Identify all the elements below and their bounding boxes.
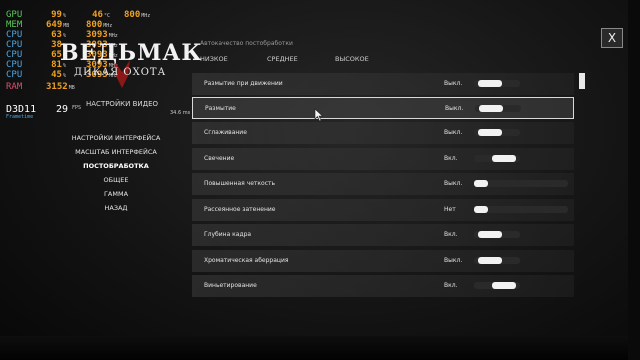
osd-label: GPU (6, 10, 23, 20)
slider-fill (492, 155, 516, 162)
setting-row-motion-blur[interactable]: Размытие при движении Выкл. (192, 73, 574, 95)
menu-item-general[interactable]: ОБЩЕЕ (46, 176, 186, 184)
fps-counter: D3D11 29 FPS Frametime (6, 104, 96, 120)
setting-toggle[interactable] (474, 282, 520, 289)
osd-label: CPU (6, 60, 23, 70)
mouse-cursor-icon (314, 108, 324, 122)
setting-row-depth-of-field[interactable]: Глубина кадра Вкл. (192, 224, 574, 246)
osd-row: CPU 63% 3093MHz (6, 30, 166, 40)
monitor-bezel (0, 336, 640, 360)
menu-item-back[interactable]: НАЗАД (46, 204, 186, 212)
menu-item-gamma[interactable]: ГАММА (46, 190, 186, 198)
monitor-bezel-side (628, 0, 640, 360)
logo-title: ВЕДЬМАК (60, 40, 203, 66)
slider-fill (474, 206, 488, 213)
preset-medium[interactable]: СРЕДНЕЕ (267, 55, 298, 63)
setting-label: Сглаживание (204, 129, 247, 136)
setting-label: Размытие при движении (204, 80, 283, 87)
setting-slider[interactable] (474, 206, 568, 213)
setting-label: Повышенная четкость (204, 180, 276, 187)
setting-label: Виньетирование (204, 282, 257, 289)
setting-value: Выкл. (444, 80, 463, 87)
setting-value: Выкл. (444, 129, 463, 136)
osd-label: CPU (6, 40, 23, 50)
fps-unit: FPS (72, 105, 82, 111)
setting-label: Рассеянное затенение (204, 206, 276, 213)
setting-value: Нет (444, 206, 456, 213)
setting-value: Вкл. (444, 155, 458, 162)
frametime-value: 34.6 ms (170, 110, 191, 116)
setting-toggle[interactable] (475, 105, 521, 112)
game-screen: GPU 99% 46°C 800MHz MEM 649MB 800MHz CPU… (0, 0, 640, 360)
setting-toggle[interactable] (474, 155, 520, 162)
frametime-label: Frametime (6, 114, 34, 120)
slider-fill (492, 282, 516, 289)
setting-toggle[interactable] (474, 257, 520, 264)
slider-fill (478, 129, 502, 136)
section-label: Автокачество постобработки (200, 40, 293, 47)
osd-label: MEM (6, 20, 23, 30)
setting-value: Выкл. (444, 257, 463, 264)
setting-row-sharpening[interactable]: Повышенная четкость Выкл. (192, 173, 574, 195)
setting-label: Размытие (205, 105, 236, 112)
setting-label: Хроматическая аберрация (204, 257, 289, 264)
setting-slider[interactable] (474, 180, 568, 187)
fps-value: 29 (56, 104, 69, 115)
setting-label: Свечение (204, 155, 235, 162)
osd-row: GPU 99% 46°C 800MHz (6, 10, 166, 20)
setting-row-antialiasing[interactable]: Сглаживание Выкл. (192, 122, 574, 144)
menu-title: НАСТРОЙКИ ВИДЕО (86, 100, 159, 108)
setting-value: Выкл. (444, 180, 463, 187)
preset-low[interactable]: НИЗКОЕ (200, 55, 228, 63)
slider-fill (478, 231, 502, 238)
osd-row: MEM 649MB 800MHz (6, 20, 166, 30)
osd-label: CPU (6, 30, 23, 40)
setting-value: Вкл. (444, 231, 458, 238)
scrollbar-thumb[interactable] (579, 73, 585, 89)
setting-value: Вкл. (444, 282, 458, 289)
preset-high[interactable]: ВЫСОКОЕ (335, 55, 369, 63)
setting-toggle[interactable] (474, 231, 520, 238)
logo-subtitle: ДИКАЯ ОХОТА (74, 67, 167, 78)
slider-fill (478, 257, 502, 264)
setting-row-blur[interactable]: Размытие Выкл. (192, 97, 574, 119)
slider-fill (474, 180, 488, 187)
menu-item-interface-settings[interactable]: НАСТРОЙКИ ИНТЕРФЕЙСА (46, 134, 186, 142)
menu-item-interface-scale[interactable]: МАСШТАБ ИНТЕРФЕЙСА (46, 148, 186, 156)
menu-item-postprocessing[interactable]: ПОСТОБРАБОТКА (46, 162, 186, 170)
setting-row-bloom[interactable]: Свечение Вкл. (192, 148, 574, 170)
slider-fill (479, 105, 503, 112)
setting-row-chromatic-aberration[interactable]: Хроматическая аберрация Выкл. (192, 250, 574, 272)
game-logo: ВЕДЬМАК ДИКАЯ ОХОТА (60, 40, 201, 96)
setting-toggle[interactable] (474, 129, 520, 136)
osd-label: CPU (6, 50, 23, 60)
setting-row-vignetting[interactable]: Виньетирование Вкл. (192, 275, 574, 297)
osd-label: RAM (6, 82, 23, 92)
setting-value: Выкл. (445, 105, 464, 112)
close-button[interactable]: X (601, 28, 623, 48)
setting-row-ambient-occlusion[interactable]: Рассеянное затенение Нет (192, 199, 574, 221)
slider-fill (478, 80, 502, 87)
osd-label: CPU (6, 70, 23, 80)
setting-toggle[interactable] (474, 80, 520, 87)
setting-label: Глубина кадра (204, 231, 252, 238)
